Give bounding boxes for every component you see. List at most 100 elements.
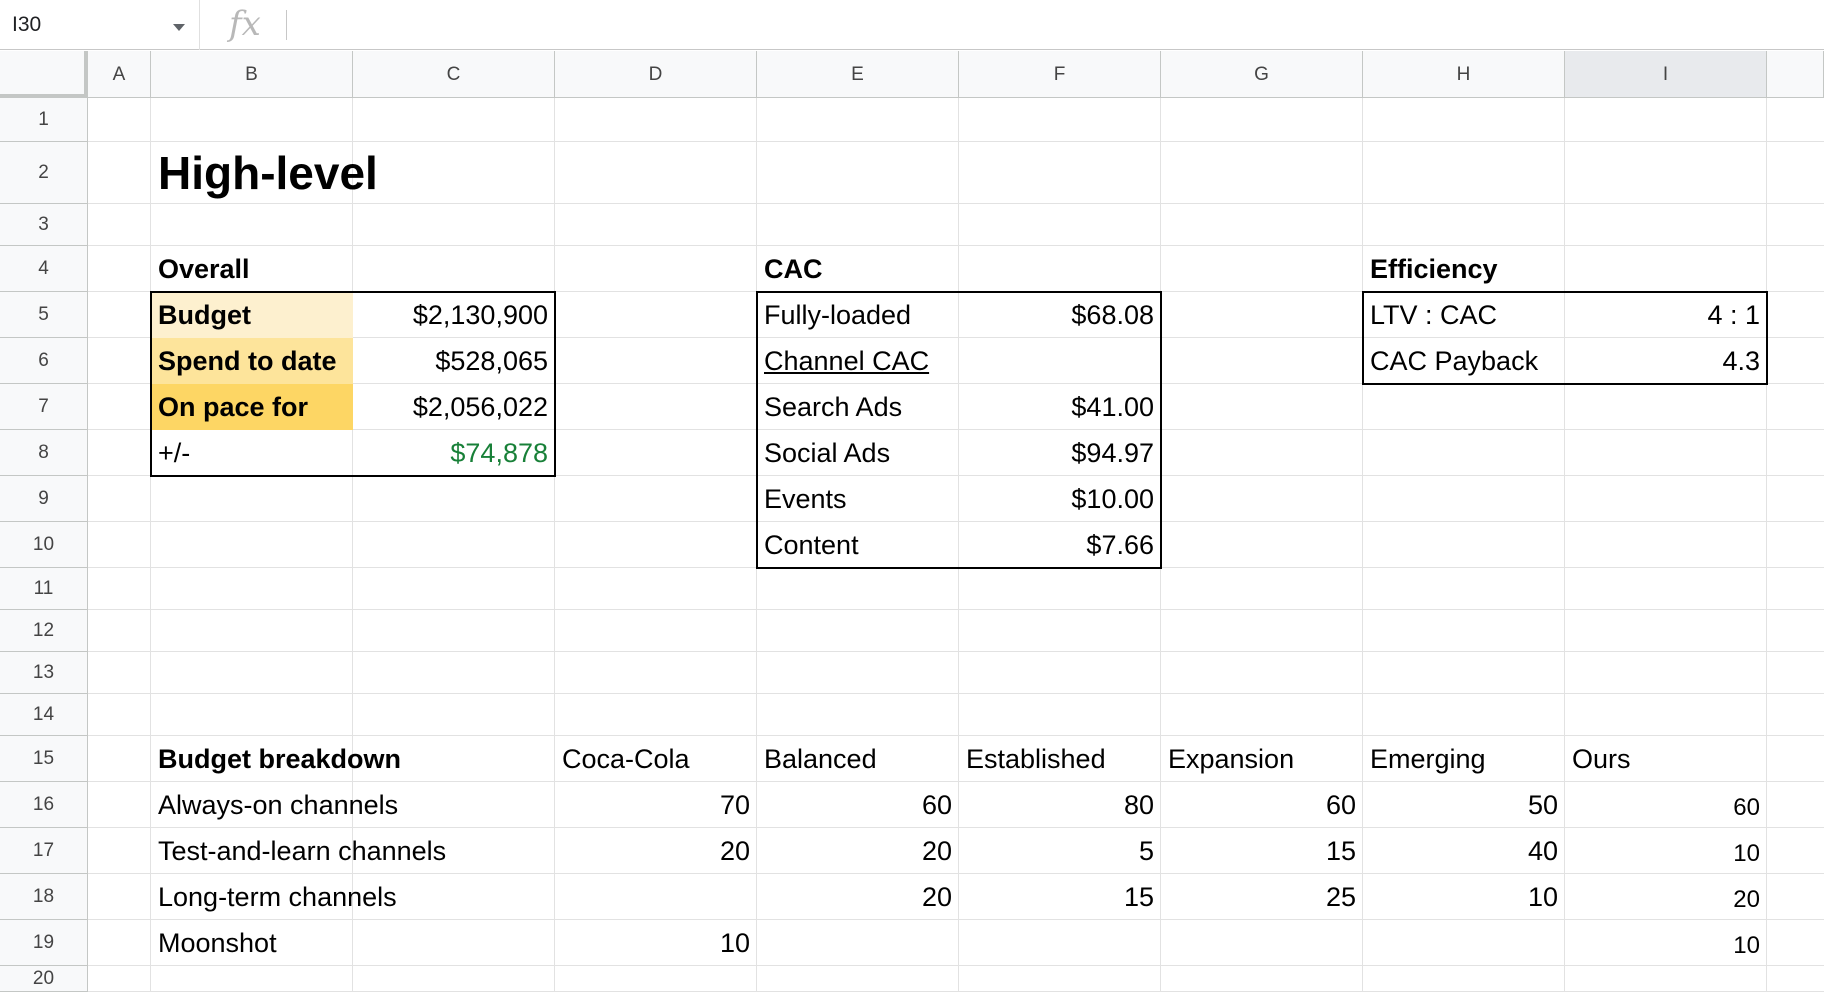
- content-label[interactable]: Content: [757, 522, 959, 568]
- breakdown-value-cell[interactable]: 15: [959, 874, 1161, 920]
- breakdown-value-cell[interactable]: 25: [1161, 874, 1363, 920]
- breakdown-value-cell[interactable]: [555, 874, 757, 920]
- breakdown-row-label[interactable]: Always-on channels: [151, 782, 398, 828]
- breakdown-value-cell[interactable]: 20: [555, 828, 757, 874]
- column-header-b[interactable]: B: [151, 51, 353, 98]
- fully-loaded-value[interactable]: $68.08: [959, 292, 1161, 338]
- breakdown-value-cell[interactable]: 10: [1565, 828, 1767, 874]
- overall-header[interactable]: Overall: [151, 246, 353, 292]
- chevron-down-icon[interactable]: [173, 24, 185, 31]
- search-ads-value[interactable]: $41.00: [959, 384, 1161, 430]
- name-box-value[interactable]: I30: [12, 13, 41, 37]
- row-header-11[interactable]: 11: [0, 568, 88, 610]
- column-header-f[interactable]: F: [959, 51, 1161, 98]
- breakdown-value-cell[interactable]: 40: [1363, 828, 1565, 874]
- budget-breakdown-header[interactable]: Budget breakdown: [151, 736, 401, 782]
- formula-input[interactable]: [296, 8, 1796, 42]
- events-label[interactable]: Events: [757, 476, 959, 522]
- column-header-extra[interactable]: [1767, 51, 1824, 98]
- channel-cac-link[interactable]: Channel CAC: [757, 338, 959, 384]
- row-header-19[interactable]: 19: [0, 920, 88, 966]
- breakdown-value-cell[interactable]: 10: [1363, 874, 1565, 920]
- row-header-7[interactable]: 7: [0, 384, 88, 430]
- breakdown-row-label[interactable]: Long-term channels: [151, 874, 397, 920]
- breakdown-column-header[interactable]: Emerging: [1363, 736, 1565, 782]
- row-header-15[interactable]: 15: [0, 736, 88, 782]
- breakdown-column-header[interactable]: Established: [959, 736, 1161, 782]
- column-header-g[interactable]: G: [1161, 51, 1363, 98]
- search-ads-label[interactable]: Search Ads: [757, 384, 959, 430]
- breakdown-column-header[interactable]: Expansion: [1161, 736, 1363, 782]
- row-header-20[interactable]: 20: [0, 966, 88, 992]
- row-header-4[interactable]: 4: [0, 246, 88, 292]
- breakdown-value-cell[interactable]: 60: [757, 782, 959, 828]
- row-header-14[interactable]: 14: [0, 694, 88, 736]
- breakdown-value-cell[interactable]: 15: [1161, 828, 1363, 874]
- pace-label[interactable]: On pace for: [151, 384, 353, 430]
- row-header-13[interactable]: 13: [0, 652, 88, 694]
- row-header-1[interactable]: 1: [0, 98, 88, 142]
- row-header-10[interactable]: 10: [0, 522, 88, 568]
- breakdown-row-label[interactable]: Moonshot: [151, 920, 353, 966]
- column-header-a[interactable]: A: [88, 51, 151, 98]
- row-header-2[interactable]: 2: [0, 142, 88, 204]
- breakdown-value-cell[interactable]: 20: [1565, 874, 1767, 920]
- breakdown-value-cell[interactable]: 70: [555, 782, 757, 828]
- row-header-8[interactable]: 8: [0, 430, 88, 476]
- breakdown-value-cell[interactable]: 20: [757, 874, 959, 920]
- cac-payback-label[interactable]: CAC Payback: [1363, 338, 1565, 384]
- breakdown-value-cell[interactable]: 5: [959, 828, 1161, 874]
- row-header-9[interactable]: 9: [0, 476, 88, 522]
- row-header-3[interactable]: 3: [0, 204, 88, 246]
- social-ads-value-text: $94.97: [1071, 437, 1154, 468]
- row-header-6[interactable]: 6: [0, 338, 88, 384]
- cac-payback-value[interactable]: 4.3: [1565, 338, 1767, 384]
- breakdown-row-label[interactable]: Test-and-learn channels: [151, 828, 446, 874]
- spend-label[interactable]: Spend to date: [151, 338, 353, 384]
- events-value[interactable]: $10.00: [959, 476, 1161, 522]
- breakdown-value-cell[interactable]: 60: [1161, 782, 1363, 828]
- row-header-16[interactable]: 16: [0, 782, 88, 828]
- select-all-corner[interactable]: [0, 51, 88, 98]
- breakdown-value-cell[interactable]: [959, 920, 1161, 966]
- column-header-i[interactable]: I: [1565, 51, 1767, 98]
- column-header-d[interactable]: D: [555, 51, 757, 98]
- breakdown-value-cell-text: 15: [1325, 835, 1356, 866]
- column-header-c[interactable]: C: [353, 51, 555, 98]
- breakdown-value-cell[interactable]: 10: [1565, 920, 1767, 966]
- column-header-e[interactable]: E: [757, 51, 959, 98]
- social-ads-label[interactable]: Social Ads: [757, 430, 959, 476]
- row-header-18[interactable]: 18: [0, 874, 88, 920]
- social-ads-value[interactable]: $94.97: [959, 430, 1161, 476]
- breakdown-column-header[interactable]: Ours: [1565, 736, 1767, 782]
- row-header-17[interactable]: 17: [0, 828, 88, 874]
- breakdown-column-header[interactable]: Coca-Cola: [555, 736, 757, 782]
- efficiency-header[interactable]: Efficiency: [1363, 246, 1565, 292]
- breakdown-value-cell[interactable]: [1363, 920, 1565, 966]
- cac-header[interactable]: CAC: [757, 246, 959, 292]
- diff-label[interactable]: +/-: [151, 430, 353, 476]
- breakdown-value-cell[interactable]: 80: [959, 782, 1161, 828]
- breakdown-value-cell[interactable]: 10: [555, 920, 757, 966]
- name-box[interactable]: I30: [0, 0, 200, 50]
- breakdown-value-cell[interactable]: [1161, 920, 1363, 966]
- breakdown-value-cell[interactable]: 60: [1565, 782, 1767, 828]
- diff-value[interactable]: $74,878: [353, 430, 555, 476]
- row-header-5[interactable]: 5: [0, 292, 88, 338]
- breakdown-value-cell[interactable]: 20: [757, 828, 959, 874]
- budget-label[interactable]: Budget: [151, 292, 353, 338]
- column-header-h[interactable]: H: [1363, 51, 1565, 98]
- row-header-12[interactable]: 12: [0, 610, 88, 652]
- breakdown-column-header[interactable]: Balanced: [757, 736, 959, 782]
- breakdown-value-cell[interactable]: 50: [1363, 782, 1565, 828]
- content-value[interactable]: $7.66: [959, 522, 1161, 568]
- fully-loaded-label[interactable]: Fully-loaded: [757, 292, 959, 338]
- ltv-cac-label[interactable]: LTV : CAC: [1363, 292, 1565, 338]
- breakdown-value-cell[interactable]: [757, 920, 959, 966]
- spend-value[interactable]: $528,065: [353, 338, 555, 384]
- pace-value[interactable]: $2,056,022: [353, 384, 555, 430]
- budget-value[interactable]: $2,130,900: [353, 292, 555, 338]
- ltv-cac-value[interactable]: 4 : 1: [1565, 292, 1767, 338]
- page-title[interactable]: High-level: [151, 142, 555, 204]
- cac-payback-value-text: 4.3: [1722, 345, 1760, 376]
